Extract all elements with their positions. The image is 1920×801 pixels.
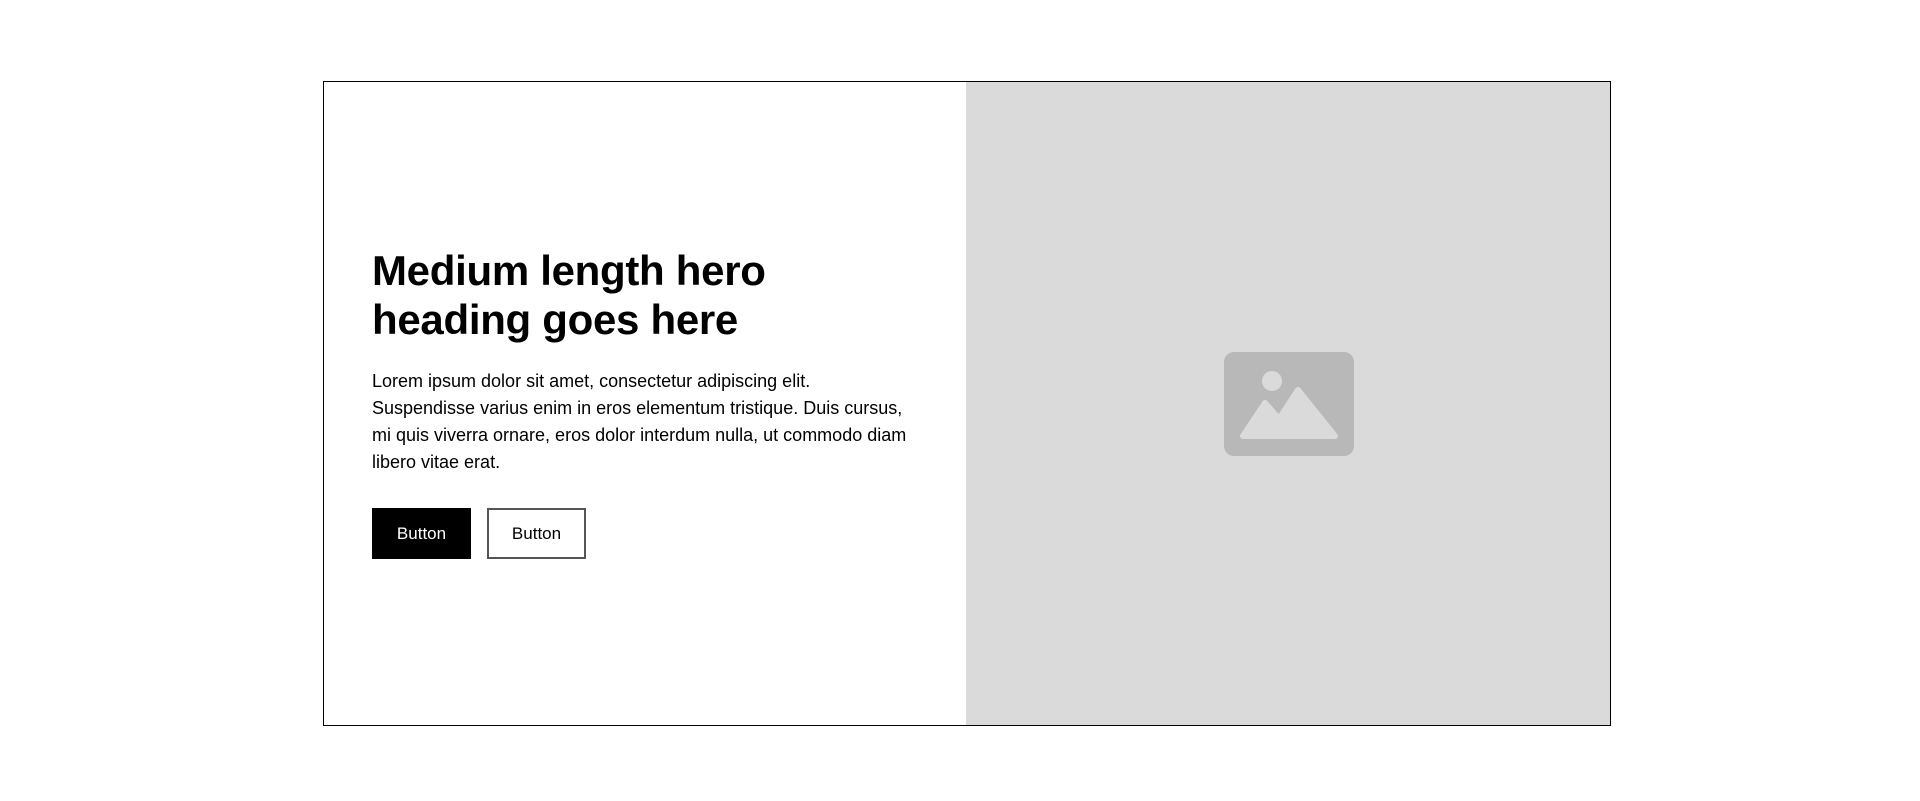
hero-body-text: Lorem ipsum dolor sit amet, consectetur … — [372, 371, 907, 472]
hero-section: Medium length hero heading goes here Lor… — [323, 81, 1611, 726]
image-placeholder-icon — [1224, 352, 1354, 456]
hero-text-pane: Medium length hero heading goes here Lor… — [324, 82, 966, 725]
primary-button[interactable]: Button — [372, 508, 471, 559]
secondary-button[interactable]: Button — [487, 508, 586, 559]
hero-content: Medium length hero heading goes here Lor… — [372, 246, 932, 559]
hero-image-placeholder — [966, 82, 1610, 725]
hero-heading: Medium length hero heading goes here — [372, 247, 766, 343]
hero-buttons: Button Button — [372, 508, 932, 559]
